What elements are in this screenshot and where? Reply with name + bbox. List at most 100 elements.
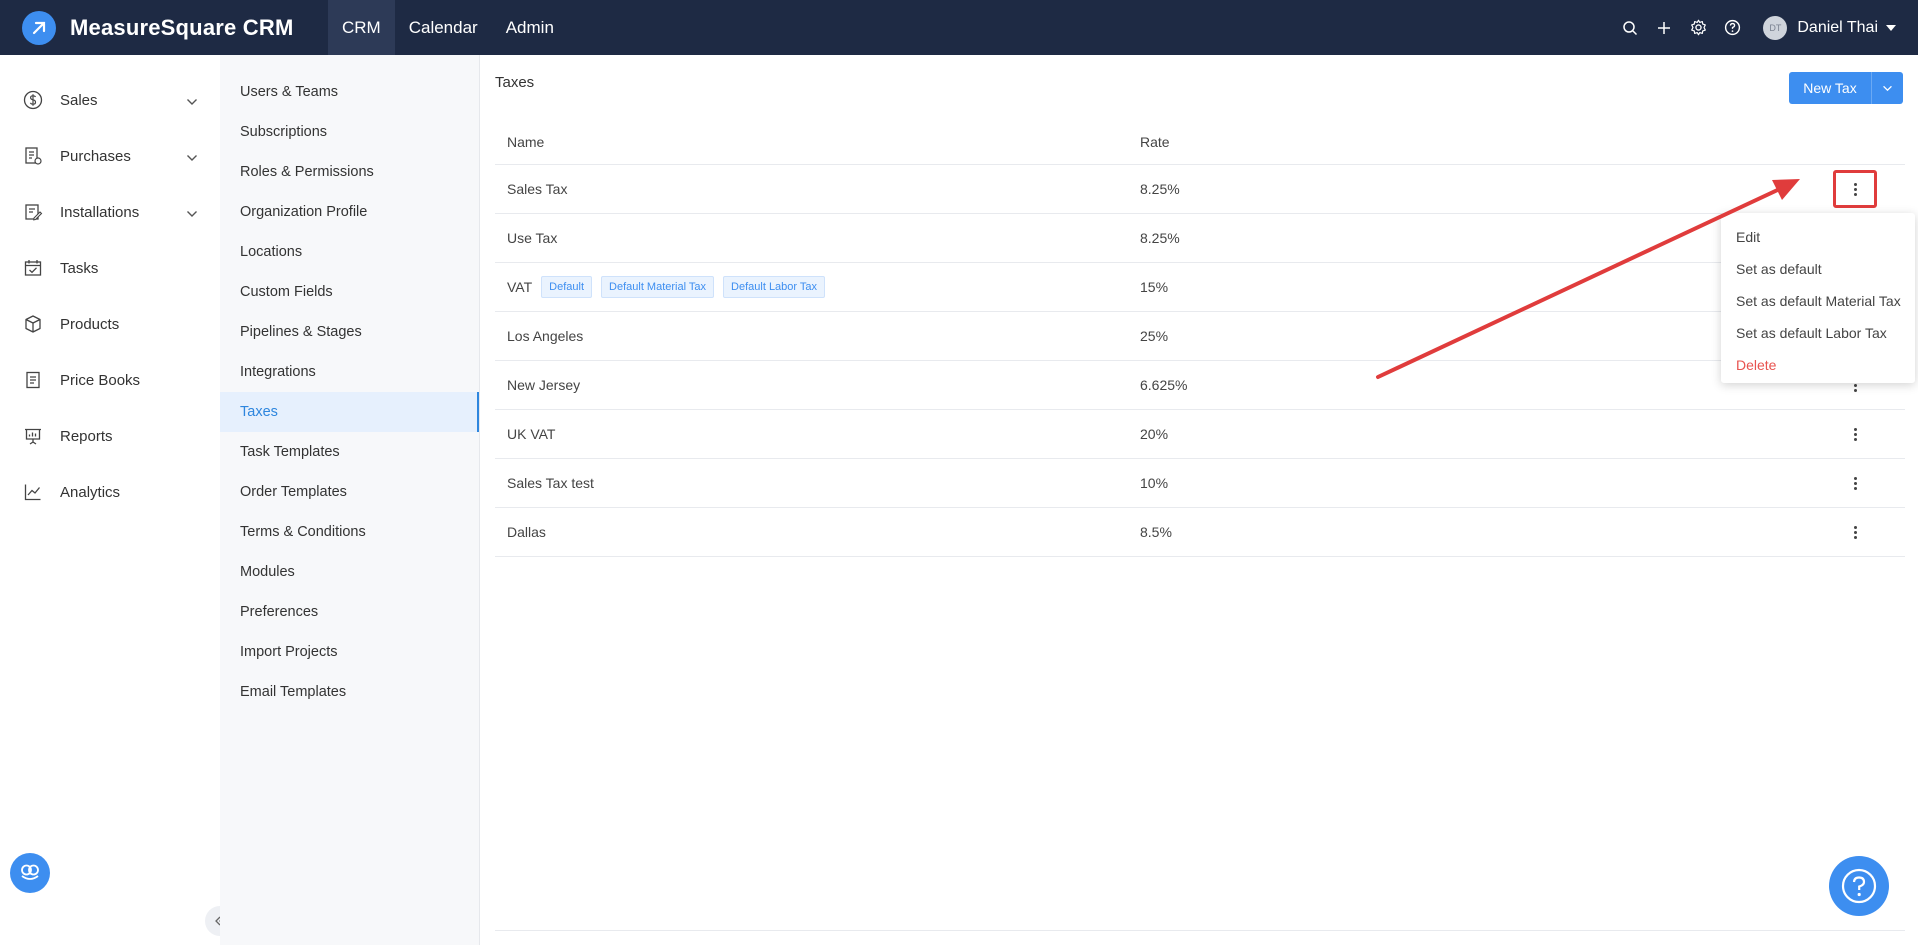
table-row[interactable]: Sales Tax test 10% [495, 459, 1905, 508]
sidebar-item-label: Tasks [60, 259, 99, 277]
submenu-item-pipelines-stages[interactable]: Pipelines & Stages [220, 312, 479, 352]
new-tax-split-button: New Tax [1789, 72, 1903, 104]
submenu-item-integrations[interactable]: Integrations [220, 352, 479, 392]
submenu-item-task-templates[interactable]: Task Templates [220, 432, 479, 472]
tax-name: VAT [507, 279, 533, 295]
tax-rate: 8.5% [1140, 524, 1172, 540]
kebab-menu-icon [1853, 427, 1857, 442]
dropdown-set-as-default[interactable]: Set as default [1721, 253, 1915, 285]
user-menu[interactable]: DT Daniel Thai [1763, 15, 1896, 40]
submenu-item-taxes[interactable]: Taxes [220, 392, 479, 432]
nav-admin[interactable]: Admin [492, 0, 568, 55]
help-button[interactable] [1829, 856, 1889, 916]
support-icon [21, 864, 39, 880]
dropdown-edit[interactable]: Edit [1721, 221, 1915, 253]
nav-calendar[interactable]: Calendar [395, 0, 492, 55]
tax-name: Use Tax [507, 230, 558, 246]
search-icon[interactable] [1613, 11, 1647, 45]
presentation-icon [22, 425, 44, 447]
top-right-tools: DT Daniel Thai [1613, 0, 1918, 55]
kebab-menu-icon [1853, 182, 1857, 197]
new-tax-button[interactable]: New Tax [1789, 72, 1871, 104]
sidebar-item-reports[interactable]: Reports [0, 408, 220, 464]
row-actions-button[interactable] [1833, 170, 1877, 208]
table-row[interactable]: Dallas 8.5% [495, 508, 1905, 557]
table-row[interactable]: VAT Default Default Material Tax Default… [495, 263, 1905, 312]
row-actions-button[interactable] [1840, 517, 1870, 547]
book-icon [22, 369, 44, 391]
submenu-item-import-projects[interactable]: Import Projects [220, 632, 479, 672]
submenu-item-custom-fields[interactable]: Custom Fields [220, 272, 479, 312]
tax-name: New Jersey [507, 377, 581, 393]
table-row[interactable]: New Jersey 6.625% [495, 361, 1905, 410]
receipt-icon [22, 145, 44, 167]
tax-name: Dallas [507, 524, 546, 540]
sidebar-item-purchases[interactable]: Purchases [0, 128, 220, 184]
sidebar-item-sales[interactable]: Sales [0, 72, 220, 128]
table-row[interactable]: Los Angeles 25% [495, 312, 1905, 361]
sidebar-item-price-books[interactable]: Price Books [0, 352, 220, 408]
dropdown-set-default-labor-tax[interactable]: Set as default Labor Tax [1721, 317, 1915, 349]
tax-rate: 10% [1140, 475, 1169, 491]
submenu-item-users-teams[interactable]: Users & Teams [220, 72, 479, 112]
sidebar-item-label: Products [60, 315, 120, 333]
table-row[interactable]: Use Tax 8.25% [495, 214, 1905, 263]
default-labor-tax-badge: Default Labor Tax [723, 276, 826, 298]
submenu-item-terms-conditions[interactable]: Terms & Conditions [220, 512, 479, 552]
dropdown-delete[interactable]: Delete [1721, 349, 1915, 381]
sidebar-item-installations[interactable]: Installations [0, 184, 220, 240]
brand[interactable]: MeasureSquare CRM [0, 10, 328, 45]
sidebar-item-analytics[interactable]: Analytics [0, 464, 220, 520]
tax-name: Sales Tax test [507, 475, 594, 491]
submenu-item-subscriptions[interactable]: Subscriptions [220, 112, 479, 152]
sidebar-item-tasks[interactable]: Tasks [0, 240, 220, 296]
submenu-item-email-templates[interactable]: Email Templates [220, 672, 479, 712]
column-header-name[interactable]: Name [495, 134, 1140, 150]
tax-rate: 8.25% [1140, 181, 1180, 197]
new-tax-dropdown-button[interactable] [1871, 72, 1903, 104]
submenu-item-modules[interactable]: Modules [220, 552, 479, 592]
sidebar-item-label: Analytics [60, 483, 121, 501]
table-row[interactable]: Sales Tax 8.25% [495, 165, 1905, 214]
chevron-down-icon [186, 93, 198, 111]
divider [495, 930, 1905, 931]
support-chat-button[interactable] [10, 853, 50, 893]
brand-logo-icon [22, 10, 56, 45]
row-actions-button[interactable] [1840, 419, 1870, 449]
submenu-item-roles-permissions[interactable]: Roles & Permissions [220, 152, 479, 192]
caret-down-icon [1886, 24, 1896, 31]
row-actions-button[interactable] [1840, 468, 1870, 498]
tax-name: UK VAT [507, 426, 556, 442]
column-header-rate[interactable]: Rate [1140, 134, 1740, 150]
sidebar-item-label: Sales [60, 91, 98, 109]
clipboard-icon [22, 201, 44, 223]
nav-crm[interactable]: CRM [328, 0, 395, 55]
user-name: Daniel Thai [1797, 18, 1878, 36]
dollar-icon [22, 89, 44, 111]
tax-rate: 25% [1140, 328, 1169, 344]
sidebar-item-label: Reports [60, 427, 113, 445]
help-circle-icon[interactable] [1715, 11, 1749, 45]
default-badge: Default [541, 276, 593, 298]
chevron-down-icon [1883, 85, 1892, 91]
submenu-item-preferences[interactable]: Preferences [220, 592, 479, 632]
page-title: Taxes [495, 74, 535, 91]
submenu-item-order-templates[interactable]: Order Templates [220, 472, 479, 512]
box-icon [22, 313, 44, 335]
sidebar-item-products[interactable]: Products [0, 296, 220, 352]
sidebar-item-label: Installations [60, 203, 140, 221]
plus-icon[interactable] [1647, 11, 1681, 45]
question-mark-icon [1841, 868, 1877, 904]
dropdown-set-default-material-tax[interactable]: Set as default Material Tax [1721, 285, 1915, 317]
table-row[interactable]: UK VAT 20% [495, 410, 1905, 459]
taxes-table: Name Rate Sales Tax 8.25% Use Tax 8.25% … [495, 120, 1905, 557]
tax-rate: 15% [1140, 279, 1169, 295]
submenu-item-locations[interactable]: Locations [220, 232, 479, 272]
tax-rate: 8.25% [1140, 230, 1180, 246]
gear-icon[interactable] [1681, 11, 1715, 45]
tax-name: Sales Tax [507, 181, 568, 197]
default-material-tax-badge: Default Material Tax [601, 276, 715, 298]
chevron-down-icon [186, 205, 198, 223]
line-chart-icon [22, 481, 44, 503]
submenu-item-organization-profile[interactable]: Organization Profile [220, 192, 479, 232]
